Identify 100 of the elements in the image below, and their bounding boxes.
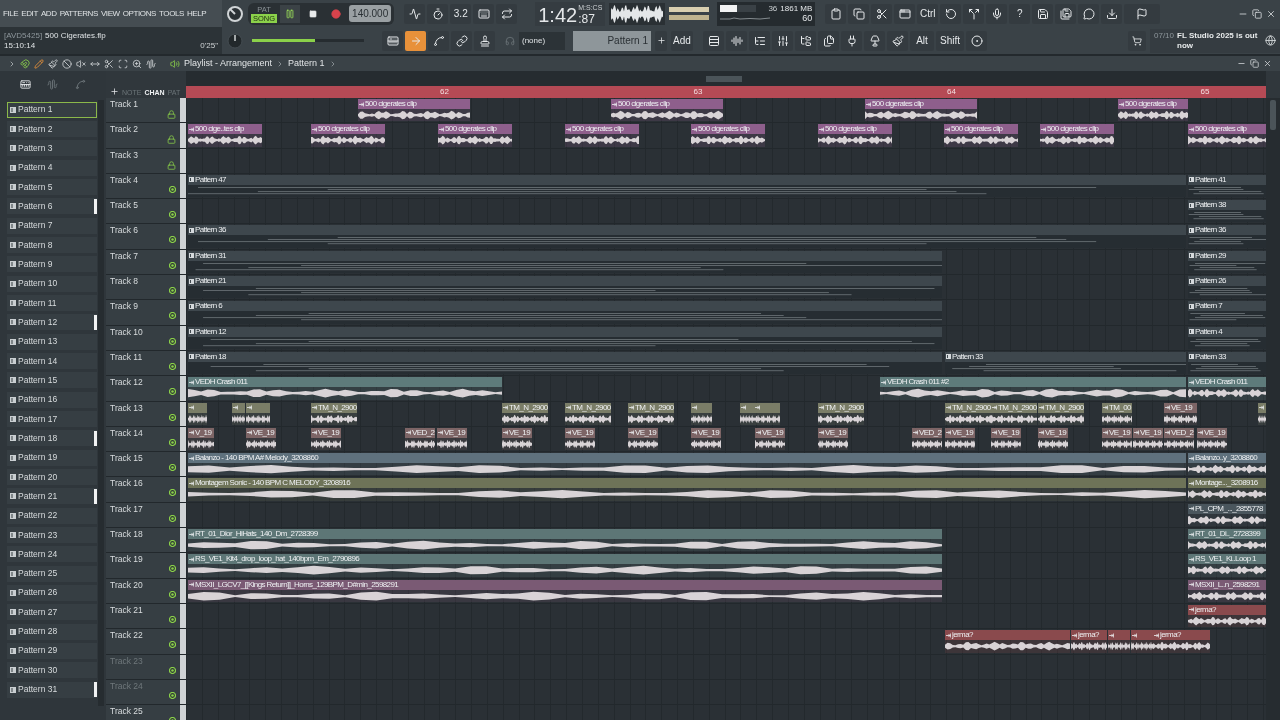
pattern-item[interactable]: Pattern 22 xyxy=(7,507,97,524)
pattern-clip[interactable]: Pattern 33 xyxy=(945,351,1186,375)
track-lane[interactable]: Pattern 47 Pattern 41 xyxy=(186,173,1266,199)
loop-region-bar[interactable]: 62 63 64 65 xyxy=(186,86,1266,98)
audio-clip[interactable]: Balanzo..y_3208860 xyxy=(1188,453,1266,476)
pattern-item[interactable]: Pattern 18 xyxy=(7,430,97,447)
track-lane[interactable]: jerma? xyxy=(186,603,1266,629)
pattern-item[interactable]: Pattern 5 xyxy=(7,178,97,195)
ctrl-button[interactable]: Ctrl xyxy=(917,3,939,24)
audio-clip[interactable]: VE_19 xyxy=(628,427,658,451)
track-header[interactable]: Track 7 xyxy=(106,249,180,275)
pattern-item[interactable]: Pattern 31 xyxy=(7,681,97,698)
pattern-clip[interactable]: Pattern 36 xyxy=(188,225,1186,248)
audio-clip[interactable]: 500 cigerates clip xyxy=(691,124,765,147)
pattern-selector[interactable]: Pattern 1 xyxy=(573,30,651,51)
pattern-item[interactable]: Pattern 26 xyxy=(7,584,97,601)
track-lane[interactable]: VEDH Crash 011 VEDH Crash 011 #2 VEDH Crash 011 xyxy=(186,376,1266,401)
pattern-clip[interactable]: Pattern 41 xyxy=(1188,174,1266,198)
track-lane[interactable]: Montagem Sonic - 140 BPM C MELODY_3208916 Montage..._3208916 xyxy=(186,477,1266,502)
audio-clip[interactable]: 500 cigerates clip xyxy=(438,124,512,147)
pattern-item[interactable]: Pattern 15 xyxy=(7,372,97,389)
track-header[interactable]: Track 4 xyxy=(106,173,180,199)
audio-clip[interactable]: Montagem Sonic - 140 BPM C MELODY_3208916 xyxy=(188,478,1186,501)
pattern-clip[interactable]: Pattern 36 xyxy=(1188,225,1266,248)
news-panel[interactable]: 07/10 FL Studio 2025 is out now xyxy=(1150,28,1280,53)
audio-clip[interactable]: Balanzo - 140 BPM A# Melody_3208860 xyxy=(188,453,1186,476)
audio-clip[interactable]: VE_19 xyxy=(755,427,785,451)
audio-clip[interactable]: VE_19 xyxy=(1164,402,1197,425)
track-lane[interactable]: Balanzo - 140 BPM A# Melody_3208860 Balanzo..y_3208860 xyxy=(186,452,1266,477)
pattern-item[interactable]: Pattern 21 xyxy=(7,488,97,505)
menu-item[interactable]: FILE xyxy=(3,7,19,20)
audio-clip[interactable]: VE_19 xyxy=(1102,427,1132,451)
pattern-item[interactable]: Pattern 20 xyxy=(7,468,97,485)
track-lane[interactable]: RS_VE1_Kit4_drop_loop_hat_140bpm_Em_2790896 RS_VE1_Ki..Loop 1 xyxy=(186,553,1266,578)
audio-clip[interactable]: 500 cigerates clip xyxy=(944,124,1018,147)
pattern-item[interactable]: Pattern 17 xyxy=(7,410,97,427)
audio-clip[interactable]: VE_19 xyxy=(818,427,848,451)
track-header[interactable]: Track 16 xyxy=(106,477,180,502)
audio-clip[interactable]: VE_19 xyxy=(437,427,467,451)
track-header[interactable]: Track 3 xyxy=(106,148,180,173)
menu-item[interactable]: ADD xyxy=(40,7,57,20)
audio-clip[interactable]: VEDH Crash 011 #2 xyxy=(880,377,1186,400)
audio-clip[interactable]: PL_CPM_..._2855778 xyxy=(1188,503,1266,527)
track-header[interactable]: Track 12 xyxy=(106,376,180,401)
track-header[interactable]: Track 15 xyxy=(106,452,180,477)
track-header[interactable]: Track 20 xyxy=(106,578,180,603)
pattern-item[interactable]: Pattern 12 xyxy=(7,314,97,331)
track-header[interactable]: Track 25 xyxy=(106,705,180,720)
pattern-item[interactable]: Pattern 2 xyxy=(7,121,97,137)
pattern-clip[interactable]: Pattern 4 xyxy=(1188,326,1266,349)
audio-clip[interactable]: VE_19 xyxy=(1197,427,1227,451)
audio-clip[interactable]: TM_N_2900 xyxy=(628,402,674,425)
pattern-item[interactable]: Pattern 30 xyxy=(7,662,97,679)
track-header[interactable]: Track 9 xyxy=(106,300,180,325)
audio-clip[interactable]: RT_01_Dior_HiHats_140_Dm_2728399 xyxy=(188,529,942,552)
pattern-clip[interactable]: Pattern 12 xyxy=(188,326,942,349)
audio-clip[interactable]: 500 cigerates clip xyxy=(1188,124,1266,147)
track-header[interactable]: Track 21 xyxy=(106,603,180,629)
pattern-item[interactable]: Pattern 13 xyxy=(7,333,97,350)
countdown-button[interactable]: 3.2 xyxy=(450,3,472,24)
track-header[interactable]: Track 1 xyxy=(106,98,180,123)
audio-clip[interactable]: RS_VE1_Kit4_drop_loop_hat_140bpm_Em_2790896 xyxy=(188,554,942,577)
audio-clip[interactable]: VE_19 xyxy=(311,427,341,451)
pattern-item[interactable]: Pattern 4 xyxy=(7,159,97,176)
pattern-clip[interactable]: Pattern 18 xyxy=(188,351,942,375)
menu-item[interactable]: VIEW xyxy=(100,7,120,20)
track-lane[interactable]: Pattern 12 Pattern 4 xyxy=(186,325,1266,350)
pattern-item[interactable]: Pattern 9 xyxy=(7,256,97,273)
audio-clip[interactable]: VE_19 xyxy=(691,427,721,451)
track-lane[interactable]: TM_N_2900 TM_N_2900 TM_N_2900 TM_N_2900 TM_N_2900 TM_N_2900 TM_N_2900 TM_N_2900 TM_00 VE_19 xyxy=(186,401,1266,426)
audio-clip[interactable]: VED_2 xyxy=(405,427,435,451)
alt-button[interactable]: Alt xyxy=(910,30,934,51)
pattern-item[interactable]: Pattern 23 xyxy=(7,526,97,543)
pattern-item[interactable]: Pattern 28 xyxy=(7,623,97,640)
track-lane[interactable]: Pattern 38 xyxy=(186,199,1266,224)
pattern-item[interactable]: Pattern 27 xyxy=(7,604,97,621)
add-button[interactable]: Add xyxy=(671,30,693,51)
audio-clip[interactable]: VE_19 xyxy=(246,427,276,451)
track-lane[interactable]: RT_01_Dior_HiHats_140_Dm_2728399 RT_01_Di.._2728399 xyxy=(186,528,1266,553)
menu-item[interactable]: OPTIONS xyxy=(122,7,156,20)
audio-clip[interactable]: 500 cigerates clip xyxy=(1118,99,1188,122)
audio-clip[interactable]: VEDH Crash 011 xyxy=(188,377,502,400)
shift-button[interactable]: Shift xyxy=(936,30,964,51)
audio-clip[interactable]: VE_19 xyxy=(945,427,975,451)
audio-clip[interactable]: VE_19 xyxy=(502,427,532,451)
track-header[interactable]: Track 22 xyxy=(106,629,180,654)
pattern-clip[interactable]: Pattern 26 xyxy=(1188,276,1266,299)
pattern-clip[interactable]: Pattern 7 xyxy=(1188,301,1266,324)
pattern-clip[interactable]: Pattern 21 xyxy=(188,276,942,299)
audio-clip[interactable]: 500 cigerates clip xyxy=(1040,124,1114,147)
audio-clip[interactable]: VE_19 xyxy=(1038,427,1068,451)
audio-clip[interactable]: 500 cige..tes clip xyxy=(188,124,262,147)
pattern-item[interactable]: Pattern 14 xyxy=(7,352,97,369)
audio-clip[interactable]: jerma? xyxy=(945,630,1070,653)
audio-clip[interactable]: TM_N_2900 xyxy=(1038,402,1084,425)
pattern-item[interactable]: Pattern 16 xyxy=(7,391,97,408)
pattern-clip[interactable]: Pattern 47 xyxy=(188,174,1186,198)
pattern-item[interactable]: Pattern 6 xyxy=(7,198,97,215)
audio-clip[interactable]: VE_19 xyxy=(1133,427,1163,451)
menu-item[interactable]: EDIT xyxy=(21,7,38,20)
